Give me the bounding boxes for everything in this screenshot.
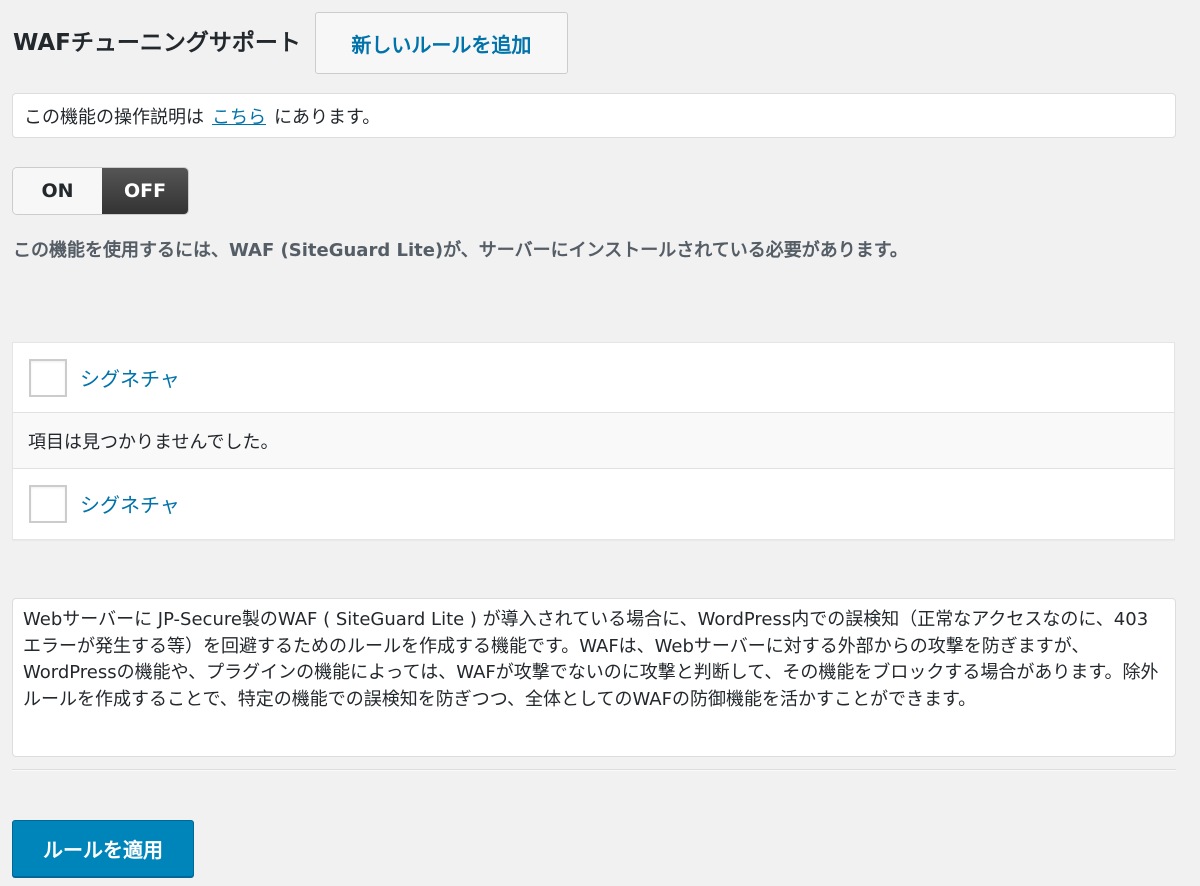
- help-notice-text-after: にあります。: [274, 106, 381, 128]
- table-empty-message: 項目は見つかりませんでした。: [13, 413, 1174, 468]
- signature-column-header[interactable]: シグネチャ: [80, 363, 180, 392]
- help-notice: この機能の操作説明は こちら にあります。: [12, 93, 1176, 138]
- signature-column-footer[interactable]: シグネチャ: [80, 489, 180, 518]
- help-link[interactable]: こちら: [212, 103, 266, 129]
- table-header-row: シグネチャ: [13, 343, 1174, 413]
- apply-rules-button[interactable]: ルールを適用: [12, 820, 194, 877]
- rules-table: シグネチャ 項目は見つかりませんでした。 シグネチャ: [12, 342, 1175, 540]
- page-header: WAFチューニングサポート 新しいルールを追加: [13, 12, 568, 74]
- select-all-checkbox-top[interactable]: [29, 358, 67, 397]
- toggle-on-button[interactable]: ON: [13, 168, 102, 214]
- toggle-off-button[interactable]: OFF: [102, 168, 188, 214]
- select-all-checkbox-bottom[interactable]: [29, 484, 67, 523]
- page-title: WAFチューニングサポート: [13, 29, 301, 56]
- table-footer-row: シグネチャ: [13, 468, 1174, 538]
- add-new-rule-button[interactable]: 新しいルールを追加: [314, 12, 568, 74]
- help-notice-text-before: この機能の操作説明は: [24, 106, 204, 128]
- feature-description: Webサーバーに JP-Secure製のWAF ( SiteGuard Lite…: [12, 598, 1176, 757]
- requirement-note: この機能を使用するには、WAF (SiteGuard Lite)が、サーバーにイ…: [13, 240, 908, 261]
- section-divider: [12, 769, 1176, 771]
- feature-toggle: ON OFF: [12, 167, 189, 215]
